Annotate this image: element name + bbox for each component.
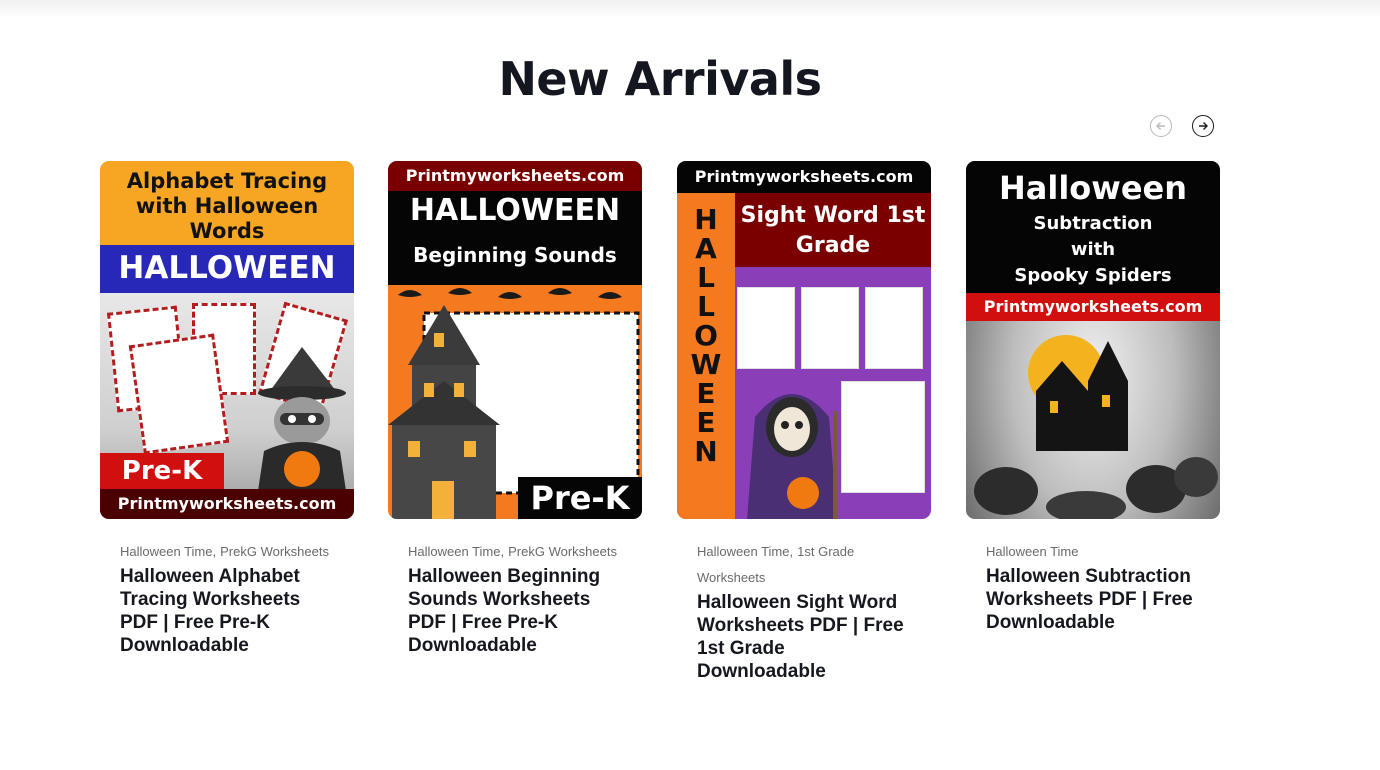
arrow-left-circle-icon bbox=[1156, 122, 1165, 130]
category-link[interactable]: Halloween Time bbox=[408, 544, 501, 559]
cover-badge: Pre-K bbox=[518, 477, 642, 519]
carousel-next-button[interactable] bbox=[1192, 115, 1214, 137]
product-cover-image[interactable]: Alphabet Tracing with Halloween Words HA… bbox=[100, 161, 354, 519]
worksheet-graphic bbox=[841, 381, 925, 493]
cover-subheading: Beginning Sounds bbox=[413, 243, 617, 267]
category-link[interactable]: Halloween Time bbox=[120, 544, 213, 559]
cover-vertical-text: HALLOWEEN bbox=[677, 193, 735, 519]
cover-site: Printmyworksheets.com bbox=[388, 161, 642, 191]
cover-banner: HALLOWEEN bbox=[118, 250, 336, 286]
product-cover-image[interactable]: Printmyworksheets.com HALLOWEEN Sight Wo… bbox=[677, 161, 931, 519]
cover-subheading: Subtraction with Spooky Spiders bbox=[1014, 213, 1172, 286]
cover-site: Printmyworksheets.com bbox=[966, 293, 1220, 321]
product-cover-image[interactable]: Halloween Subtraction with Spooky Spiders … bbox=[966, 161, 1220, 519]
grim-reaper-illustration bbox=[747, 394, 837, 519]
product-categories: Halloween Time bbox=[986, 539, 1206, 565]
raccoon-witch-illustration bbox=[258, 347, 346, 491]
cover-badge: Pre-K bbox=[100, 453, 224, 489]
worksheet-graphic bbox=[801, 287, 859, 369]
carousel-prev-button[interactable] bbox=[1150, 115, 1172, 137]
product-title[interactable]: Halloween Sight Word Worksheets PDF | Fr… bbox=[697, 591, 917, 683]
category-link[interactable]: PrekG Worksheets bbox=[220, 544, 329, 559]
product-card: Halloween Subtraction with Spooky Spiders … bbox=[966, 161, 1220, 634]
spooky-house-illustration bbox=[974, 335, 1218, 519]
cover-site: Printmyworksheets.com bbox=[677, 161, 931, 193]
worksheet-graphic bbox=[128, 333, 230, 455]
cover-site: Printmyworksheets.com bbox=[100, 489, 354, 519]
category-link[interactable]: PrekG Worksheets bbox=[508, 544, 617, 559]
category-link[interactable]: Halloween Time bbox=[697, 544, 790, 559]
cover-heading: HALLOWEEN bbox=[409, 193, 621, 228]
product-card: Alphabet Tracing with Halloween Words HA… bbox=[100, 161, 354, 657]
arrow-right-circle-icon bbox=[1199, 122, 1208, 130]
product-title[interactable]: Halloween Alphabet Tracing Worksheets PD… bbox=[120, 565, 340, 657]
worksheet-graphic bbox=[865, 287, 923, 369]
product-card: Printmyworksheets.com HALLOWEEN Beginnin… bbox=[388, 161, 642, 657]
cover-heading: Halloween bbox=[998, 169, 1188, 207]
product-title[interactable]: Halloween Beginning Sounds Worksheets PD… bbox=[408, 565, 628, 657]
worksheet-graphic bbox=[737, 287, 795, 369]
product-cover-image[interactable]: Printmyworksheets.com HALLOWEEN Beginnin… bbox=[388, 161, 642, 519]
product-categories: Halloween Time, PrekG Worksheets bbox=[120, 544, 329, 559]
product-categories: Halloween Time, PrekG Worksheets bbox=[408, 544, 617, 559]
category-link[interactable]: Halloween Time bbox=[986, 544, 1079, 559]
section-title: New Arrivals bbox=[498, 52, 822, 106]
product-title[interactable]: Halloween Subtraction Worksheets PDF | F… bbox=[986, 565, 1206, 634]
top-shadow bbox=[0, 0, 1380, 18]
cover-heading: Sight Word 1st Grade bbox=[740, 203, 926, 258]
product-card: Printmyworksheets.com HALLOWEEN Sight Wo… bbox=[677, 161, 931, 683]
cover-heading: Alphabet Tracing with Halloween Words bbox=[126, 169, 328, 243]
product-categories: Halloween Time, 1st Grade Worksheets bbox=[697, 544, 855, 585]
